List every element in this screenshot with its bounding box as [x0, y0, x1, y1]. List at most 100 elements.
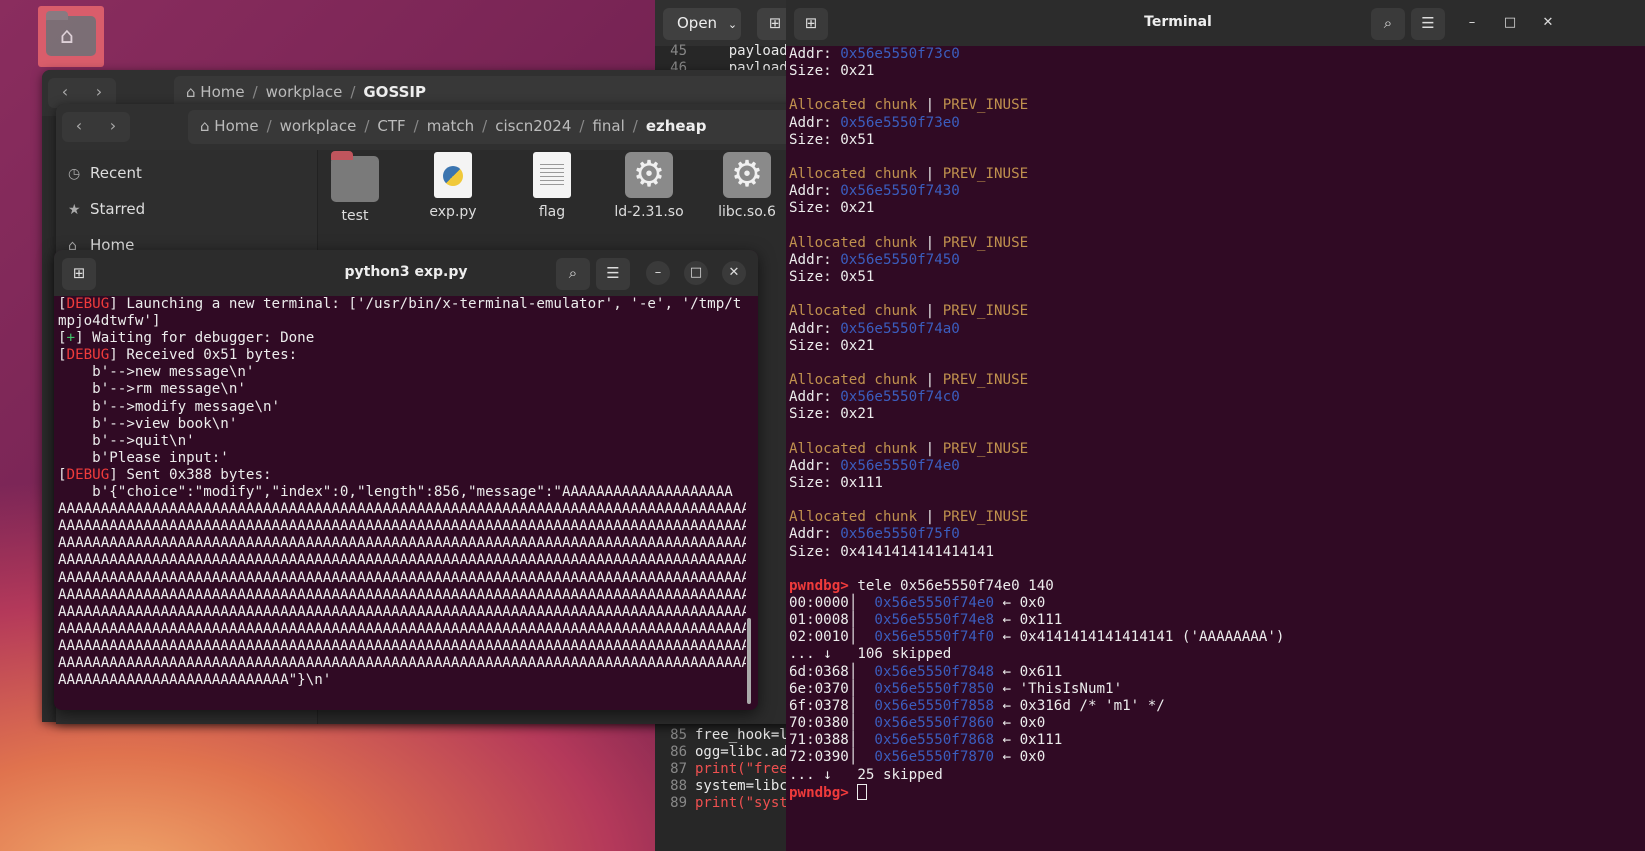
breadcrumb-item[interactable]: workplace: [280, 117, 357, 135]
chunk-header: Allocated chunk | PREV_INUSE: [789, 371, 1029, 388]
chunk-size-value: 0x21: [840, 200, 875, 217]
forward-button[interactable]: ›: [96, 112, 130, 142]
close-icon: ✕: [728, 265, 740, 280]
tele-offset: 02:0010: [789, 629, 849, 646]
terminal-output[interactable]: Addr: 0x56e5550f73c0 Size: 0x21 Allocated…: [789, 46, 1639, 851]
chunk-flag: PREV_INUSE: [942, 234, 1029, 251]
terminal-line: b'-->modify message\n': [58, 398, 281, 415]
addr-label: Addr:: [789, 114, 841, 131]
chunk-size-value: 0x51: [840, 269, 875, 286]
terminal-line: AAAAAAAAAAAAAAAAAAAAAAAAAAAAAAAAAAAAAAAA…: [58, 586, 746, 603]
breadcrumb-item[interactable]: final: [592, 117, 624, 135]
chunk-label: Allocated chunk: [789, 234, 918, 251]
file-item-test[interactable]: test: [310, 151, 400, 224]
size-label: Size:: [789, 406, 841, 423]
skip-text: 106 skipped: [857, 646, 952, 663]
python-terminal-window[interactable]: ⊞ python3 exp.py ⌕ ☰ – □ ✕ [DEBUG] Launc…: [54, 250, 758, 710]
breadcrumb-item[interactable]: GOSSIP: [363, 83, 426, 101]
minimize-button[interactable]: –: [1460, 11, 1484, 35]
file-item-ld-so[interactable]: ⚙ ld-2.31.so: [604, 152, 694, 220]
open-button[interactable]: Open ⌄: [663, 8, 741, 40]
terminal-line: [DEBUG] Received 0x51 bytes:: [58, 347, 298, 364]
desktop-home-folder[interactable]: ⌂: [38, 6, 104, 67]
fm-header: ‹ › ⌂ Home / workplace / CTF / match / ciscn2024…: [56, 104, 868, 150]
chunk-header: Allocated chunk | PREV_INUSE: [789, 303, 1029, 320]
chunk-addr: Addr: 0x56e5550f73c0: [789, 46, 1639, 63]
log-tag: DEBUG: [66, 347, 110, 364]
search-icon: ⌕: [568, 264, 578, 282]
tele-address: 0x56e5550f7860: [874, 715, 995, 732]
prompt: pwndbg>: [789, 784, 849, 801]
chunk-size-value: 0x21: [840, 406, 875, 423]
tele-offset: 71:0388: [789, 732, 849, 749]
pwndbg-terminal-window[interactable]: ⊞ Terminal ⌕ ☰ – □ ✕ Addr: 0x56e5550f73c…: [786, 0, 1645, 851]
terminal-output[interactable]: [DEBUG] Launching a new terminal: ['/usr…: [58, 296, 746, 706]
line-number: 85: [670, 727, 687, 743]
chunk-size: Size: 0x21: [789, 63, 1639, 80]
command-line: pwndbg> tele 0x56e5550f74e0 140: [789, 578, 1639, 595]
terminal-line: AAAAAAAAAAAAAAAAAAAAAAAAAAA"}\n': [58, 672, 332, 689]
search-button[interactable]: ⌕: [556, 258, 590, 290]
terminal-line: AAAAAAAAAAAAAAAAAAAAAAAAAAAAAAAAAAAAAAAA…: [58, 569, 746, 586]
tele-address: 0x56e5550f7848: [874, 663, 995, 680]
text-cursor[interactable]: [857, 783, 868, 800]
tele-value: 0x111: [1019, 732, 1063, 749]
search-icon: ⌕: [1383, 14, 1393, 32]
addr-label: Addr:: [789, 251, 841, 268]
tele-row: 6e:0370│ 0x56e5550f7850 ← 'ThisIsNum1': [789, 681, 1639, 698]
maximize-button[interactable]: □: [1498, 11, 1522, 35]
chunk-address: 0x56e5550f74e0: [840, 457, 960, 474]
scrollbar[interactable]: [747, 618, 751, 704]
log-text: Received 0x51 bytes:: [117, 347, 298, 364]
line-number: 88: [670, 778, 687, 794]
terminal-header-bar: ⊞ python3 exp.py ⌕ ☰ – □ ✕: [54, 250, 758, 296]
tele-row: 70:0380│ 0x56e5550f7860 ← 0x0: [789, 715, 1639, 732]
tele-address: 0x56e5550f7870: [874, 749, 995, 766]
tele-address: 0x56e5550f74e8: [874, 612, 995, 629]
arrow-down-icon: ↓: [814, 646, 858, 663]
prompt-line: pwndbg>: [789, 783, 1639, 802]
breadcrumb-item[interactable]: ezheap: [646, 117, 707, 135]
minimize-icon: –: [1468, 15, 1476, 30]
chunk-size: Size: 0x51: [789, 269, 1639, 286]
separator: │: [848, 680, 875, 697]
maximize-button[interactable]: □: [684, 261, 708, 285]
back-button[interactable]: ‹: [62, 112, 96, 142]
menu-button[interactable]: ☰: [596, 258, 630, 290]
file-item-exp-py[interactable]: exp.py: [408, 152, 498, 220]
tele-value: 0x0: [1019, 595, 1046, 611]
skip-text: 25 skipped: [857, 766, 943, 783]
chunk-flag: PREV_INUSE: [942, 509, 1029, 526]
terminal-line: AAAAAAAAAAAAAAAAAAAAAAAAAAAAAAAAAAAAAAAA…: [58, 518, 746, 535]
breadcrumb-item[interactable]: workplace: [266, 83, 343, 101]
chunk-flag: PREV_INUSE: [942, 97, 1029, 114]
hamburger-menu-icon: ☰: [606, 264, 620, 282]
sidebar-item-starred[interactable]: ★ Starred: [68, 200, 145, 218]
terminal-line: [DEBUG] Launching a new terminal: ['/usr…: [58, 296, 742, 312]
minimize-icon: –: [654, 265, 662, 280]
file-item-flag[interactable]: flag: [507, 152, 597, 220]
folder-icon: [331, 151, 379, 202]
terminal-line: AAAAAAAAAAAAAAAAAAAAAAAAAAAAAAAAAAAAAAAA…: [58, 501, 746, 518]
close-button[interactable]: ✕: [722, 261, 746, 285]
breadcrumb-item[interactable]: Home: [200, 83, 244, 101]
tele-row: 72:0390│ 0x56e5550f7870 ← 0x0: [789, 749, 1639, 766]
breadcrumb-item[interactable]: Home: [214, 117, 258, 135]
home-icon: ⌂: [186, 83, 201, 101]
breadcrumb-item[interactable]: match: [427, 117, 474, 135]
minimize-button[interactable]: –: [646, 261, 670, 285]
menu-button[interactable]: ☰: [1411, 8, 1445, 40]
sidebar-item-recent[interactable]: ◷ Recent: [68, 164, 142, 182]
search-button[interactable]: ⌕: [1371, 8, 1405, 40]
close-button[interactable]: ✕: [1536, 11, 1560, 35]
file-item-libc-so[interactable]: ⚙ libc.so.6: [702, 152, 792, 220]
breadcrumb[interactable]: ⌂ Home / workplace / CTF / match / ciscn2024 / fin…: [188, 110, 868, 144]
breadcrumb-item[interactable]: CTF: [377, 117, 405, 135]
home-icon: ⌂: [200, 117, 215, 135]
separator: │: [848, 732, 875, 749]
breadcrumb-item[interactable]: ciscn2024: [495, 117, 571, 135]
